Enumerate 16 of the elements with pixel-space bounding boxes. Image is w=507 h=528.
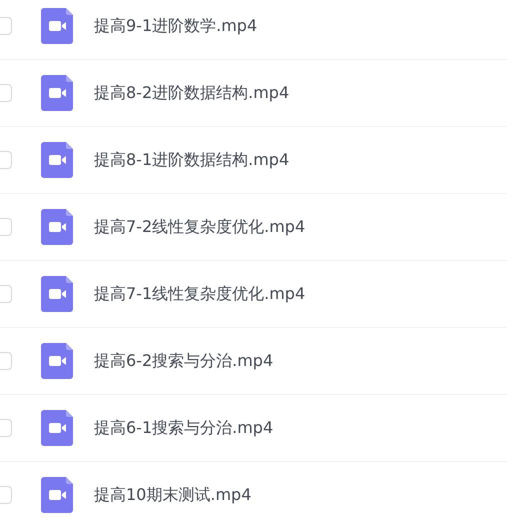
video-file-icon — [41, 75, 73, 111]
file-name[interactable]: 提高8-1进阶数据结构.mp4 — [94, 150, 290, 170]
file-name[interactable]: 提高7-2线性复杂度优化.mp4 — [94, 216, 306, 238]
video-file-icon — [41, 410, 73, 446]
file-name[interactable]: 提高9-1进阶数学.mp4 — [94, 16, 258, 36]
video-file-icon — [41, 477, 73, 513]
file-name[interactable]: 提高8-2进阶数据结构.mp4 — [94, 82, 290, 104]
video-file-icon — [41, 209, 73, 245]
video-file-icon — [41, 142, 73, 178]
file-name[interactable]: 提高6-1搜索与分治.mp4 — [94, 418, 274, 438]
video-file-icon — [41, 276, 73, 312]
video-file-icon — [41, 8, 73, 44]
video-file-icon — [41, 343, 73, 379]
file-name[interactable]: 提高6-2搜索与分治.mp4 — [94, 350, 274, 372]
file-name[interactable]: 提高7-1线性复杂度优化.mp4 — [94, 284, 306, 304]
file-name[interactable]: 提高10期末测试.mp4 — [94, 484, 252, 506]
